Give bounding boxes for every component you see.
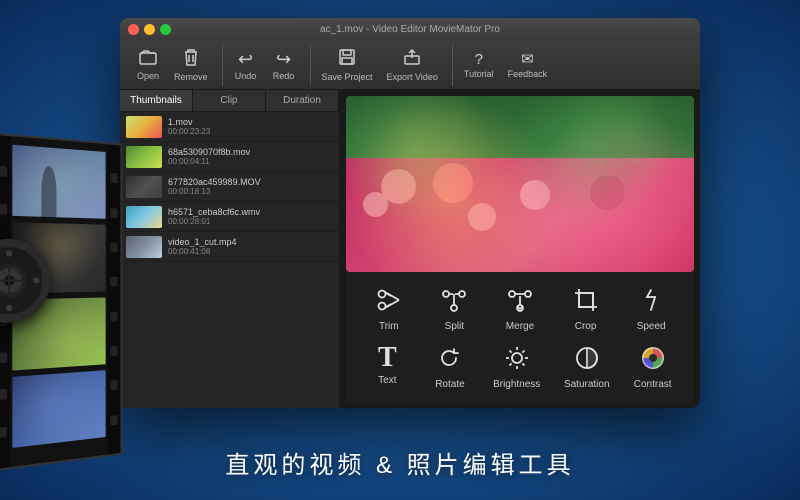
crop-tool[interactable]: Crop bbox=[558, 282, 613, 336]
preview-overlay bbox=[346, 96, 694, 272]
close-button[interactable] bbox=[128, 24, 139, 35]
panel-header: Thumbnails Clip Duration bbox=[120, 90, 339, 112]
toolbar: Open Remove ↩ Undo ↪ Redo bbox=[120, 40, 700, 90]
export-label: Export Video bbox=[387, 72, 438, 82]
clip-info: 677820ac459989.MOV 00:00:18:13 bbox=[168, 177, 333, 196]
merge-icon bbox=[506, 286, 534, 318]
open-label: Open bbox=[137, 71, 159, 81]
text-icon: T bbox=[378, 344, 397, 372]
preview-background bbox=[346, 96, 694, 272]
scissors-icon bbox=[375, 286, 403, 318]
saturation-icon bbox=[573, 344, 601, 376]
text-label: Text bbox=[378, 375, 396, 386]
clip-duration: 00:00:28:01 bbox=[168, 217, 333, 226]
tutorial-label: Tutorial bbox=[464, 69, 494, 79]
brightness-icon bbox=[503, 344, 531, 376]
redo-label: Redo bbox=[273, 71, 295, 81]
open-button[interactable]: Open bbox=[130, 45, 166, 85]
merge-tool[interactable]: Merge bbox=[492, 282, 547, 336]
contrast-label: Contrast bbox=[634, 379, 672, 390]
clip-item[interactable]: 1.mov 00:00:23:23 bbox=[120, 112, 339, 142]
remove-label: Remove bbox=[174, 72, 208, 82]
rotate-icon bbox=[436, 344, 464, 376]
clip-name: 68a5309070f8b.mov bbox=[168, 147, 333, 157]
undo-icon: ↩ bbox=[238, 49, 253, 70]
tutorial-button[interactable]: ? Tutorial bbox=[458, 47, 500, 83]
edit-tools-group: ↩ Undo ↪ Redo bbox=[228, 45, 311, 85]
saturation-label: Saturation bbox=[564, 379, 610, 390]
main-area: Thumbnails Clip Duration 1.mov 00:00:23:… bbox=[120, 90, 700, 408]
clip-info: h6571_ceba8cf6c.wmv 00:00:28:01 bbox=[168, 207, 333, 226]
saturation-tool[interactable]: Saturation bbox=[556, 340, 618, 394]
minimize-button[interactable] bbox=[144, 24, 155, 35]
speed-tool[interactable]: Speed bbox=[624, 282, 679, 336]
app-window: ac_1.mov - Video Editor MovieMator Pro O… bbox=[120, 18, 700, 408]
export-icon bbox=[403, 48, 421, 71]
feedback-label: Feedback bbox=[508, 69, 548, 79]
split-icon bbox=[440, 286, 468, 318]
clip-name: 1.mov bbox=[168, 117, 333, 127]
right-panel: Trim Split bbox=[340, 90, 700, 408]
clip-duration: 00:00:41:08 bbox=[168, 247, 333, 256]
redo-button[interactable]: ↪ Redo bbox=[266, 45, 302, 85]
window-title: ac_1.mov - Video Editor MovieMator Pro bbox=[320, 24, 500, 35]
merge-label: Merge bbox=[506, 321, 534, 332]
clip-info: video_1_cut.mp4 00:00:41:08 bbox=[168, 237, 333, 256]
brightness-tool[interactable]: Brightness bbox=[485, 340, 548, 394]
save-label: Save Project bbox=[322, 72, 373, 82]
feedback-button[interactable]: ✉ Feedback bbox=[502, 46, 554, 83]
help-tools-group: ? Tutorial ✉ Feedback bbox=[458, 46, 561, 83]
maximize-button[interactable] bbox=[160, 24, 171, 35]
tools-row-1: Trim Split bbox=[346, 280, 694, 338]
clip-name: 677820ac459989.MOV bbox=[168, 177, 333, 187]
clip-duration: 00:00:04:11 bbox=[168, 157, 333, 166]
tools-area: Trim Split bbox=[346, 272, 694, 402]
brightness-label: Brightness bbox=[493, 379, 540, 390]
clip-info: 68a5309070f8b.mov 00:00:04:11 bbox=[168, 147, 333, 166]
clip-name: video_1_cut.mp4 bbox=[168, 237, 333, 247]
clip-thumbnail bbox=[126, 116, 162, 138]
redo-icon: ↪ bbox=[276, 49, 291, 70]
title-bar: ac_1.mov - Video Editor MovieMator Pro bbox=[120, 18, 700, 40]
clip-tab[interactable]: Clip bbox=[193, 90, 266, 111]
clip-info: 1.mov 00:00:23:23 bbox=[168, 117, 333, 136]
filmstrip-decoration bbox=[0, 132, 162, 397]
undo-label: Undo bbox=[235, 71, 257, 81]
trim-label: Trim bbox=[379, 321, 399, 332]
split-label: Split bbox=[445, 321, 464, 332]
save-button[interactable]: Save Project bbox=[316, 44, 379, 86]
remove-button[interactable]: Remove bbox=[168, 44, 214, 86]
contrast-tool[interactable]: Contrast bbox=[625, 340, 680, 394]
export-button[interactable]: Export Video bbox=[381, 44, 444, 86]
undo-button[interactable]: ↩ Undo bbox=[228, 45, 264, 85]
rotate-tool[interactable]: Rotate bbox=[422, 340, 477, 394]
duration-tab[interactable]: Duration bbox=[266, 90, 339, 111]
tutorial-icon: ? bbox=[475, 51, 483, 68]
remove-icon bbox=[183, 48, 199, 71]
project-tools-group: Save Project Export Video bbox=[316, 44, 453, 86]
video-preview bbox=[346, 96, 694, 272]
contrast-icon bbox=[639, 344, 667, 376]
clip-duration: 00:00:18:13 bbox=[168, 187, 333, 196]
trim-tool[interactable]: Trim bbox=[361, 282, 416, 336]
speed-icon bbox=[637, 286, 665, 318]
crop-label: Crop bbox=[575, 321, 597, 332]
file-tools-group: Open Remove bbox=[130, 44, 223, 86]
thumbnails-tab[interactable]: Thumbnails bbox=[120, 90, 193, 111]
window-controls bbox=[128, 24, 171, 35]
text-tool[interactable]: T Text bbox=[360, 340, 415, 394]
speed-label: Speed bbox=[637, 321, 666, 332]
clip-name: h6571_ceba8cf6c.wmv bbox=[168, 207, 333, 217]
rotate-label: Rotate bbox=[435, 379, 464, 390]
clip-duration: 00:00:23:23 bbox=[168, 127, 333, 136]
tools-row-2: T Text Rotate bbox=[346, 338, 694, 396]
feedback-icon: ✉ bbox=[521, 50, 534, 68]
split-tool[interactable]: Split bbox=[427, 282, 482, 336]
open-icon bbox=[139, 49, 157, 70]
crop-icon bbox=[572, 286, 600, 318]
save-icon bbox=[338, 48, 356, 71]
